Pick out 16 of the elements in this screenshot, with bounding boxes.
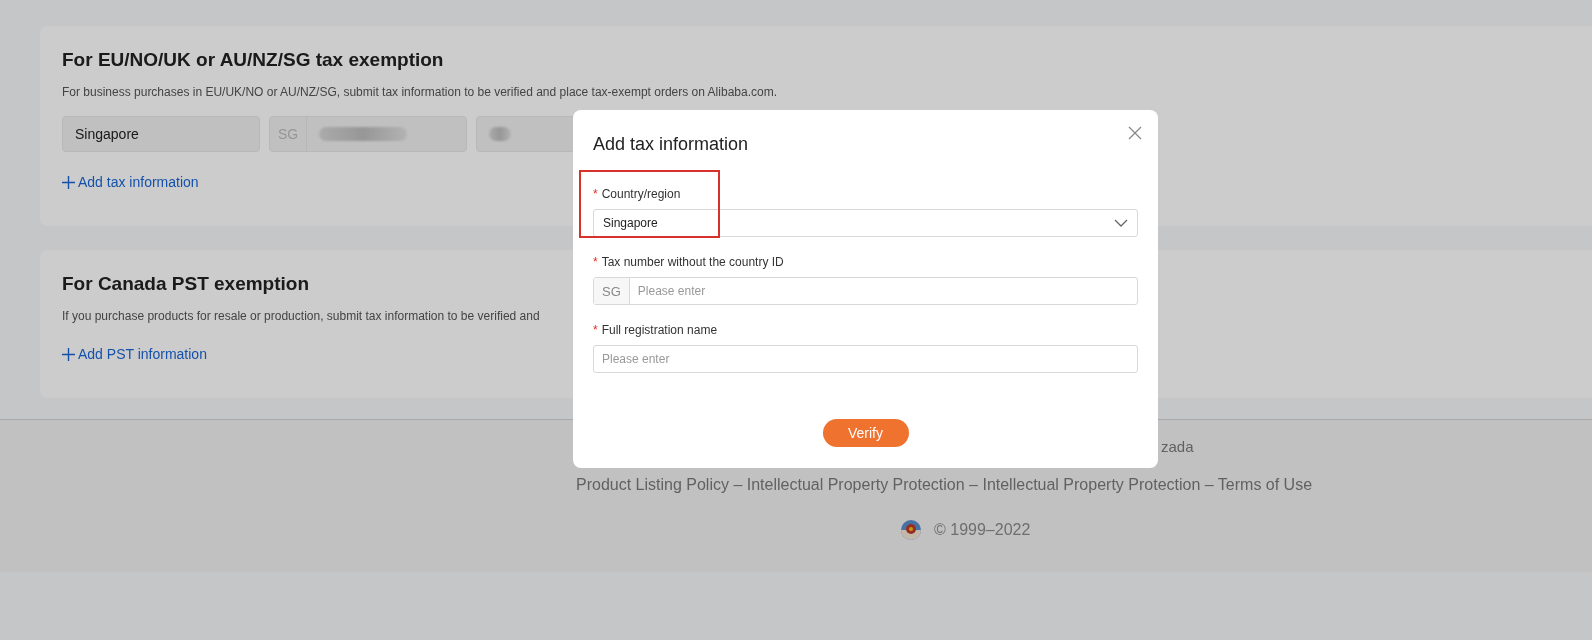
copyright-text: © 1999–2022 — [934, 521, 1031, 539]
required-mark: * — [593, 322, 598, 338]
section-description: If you purchase products for resale or production, submit tax information to be verified and — [62, 308, 540, 324]
footer-text: zada — [1161, 437, 1194, 457]
field-label: Country/region — [601, 186, 681, 202]
field-label: Tax number without the country ID — [601, 254, 784, 270]
required-mark: * — [593, 254, 598, 270]
footer-links: Product Listing Policy – Intellectual Property Protection – Intellectual Property Protection – Terms of Use — [576, 475, 1313, 495]
section-description: For business purchases in EU/UK/NO or AU/NZ/SG, submit tax information to be verified and place tax-exempt orders on Alibaba.com. — [62, 84, 777, 100]
country-field: Singapore — [62, 116, 260, 152]
section-title: For EU/NO/UK or AU/NZ/SG tax exemption — [62, 48, 444, 72]
field-label: Full registration name — [601, 322, 718, 338]
required-mark: * — [593, 186, 598, 202]
prefix-label: SG — [594, 278, 630, 304]
section-title: For Canada PST exemption — [62, 272, 310, 296]
dialog-title: Add tax information — [593, 133, 750, 156]
